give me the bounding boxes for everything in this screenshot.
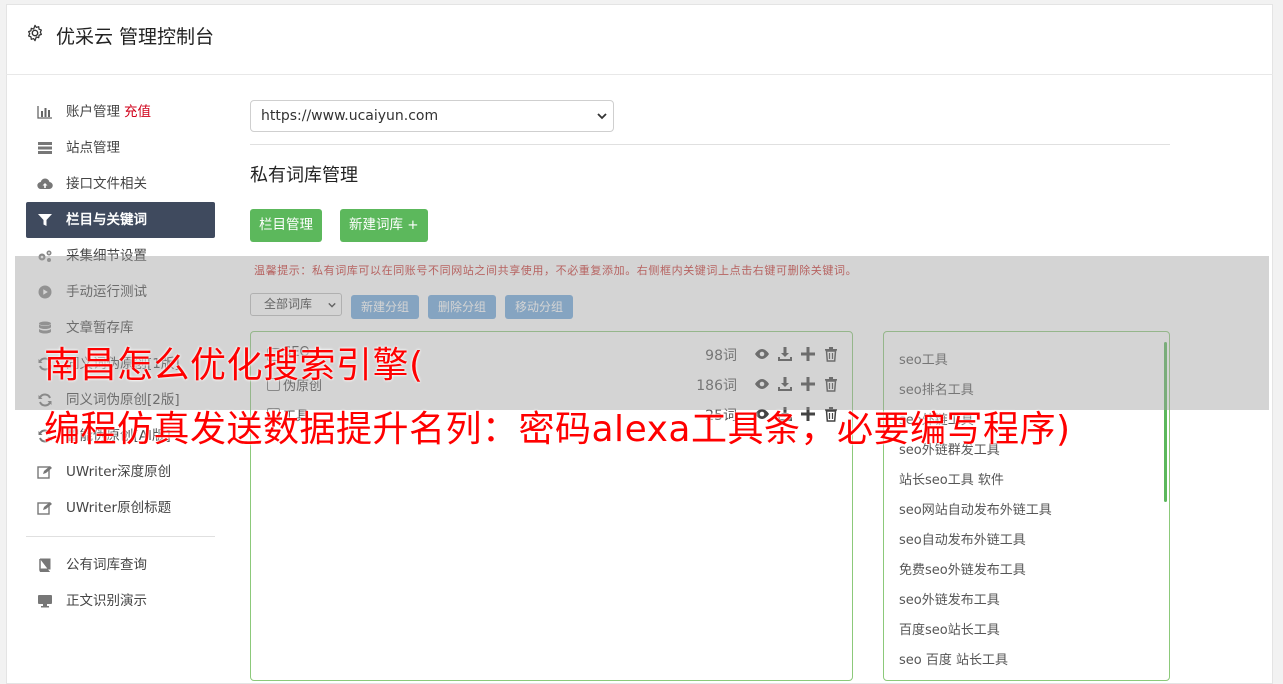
keyword-item[interactable]: 百度seo站长工具	[899, 619, 1000, 638]
sidebar-item-columns-keywords[interactable]: 栏目与关键词	[26, 202, 215, 238]
site-select-value: https://www.ucaiyun.com	[261, 108, 439, 124]
cloud-upload-icon	[37, 178, 53, 190]
page-title: 优采云 管理控制台	[56, 26, 215, 48]
new-lexicon-button[interactable]: 新建词库 +	[340, 209, 428, 242]
sidebar-item-label: 公有词库查询	[66, 557, 147, 573]
keyword-item[interactable]: seo自动发布外链工具	[899, 529, 1026, 548]
bar-chart-icon	[37, 106, 52, 119]
sidebar-item-label: 正文识别演示	[66, 593, 147, 609]
sidebar-item-label: UWriter深度原创	[66, 464, 172, 480]
sidebar-item-label: UWriter原创标题	[66, 500, 172, 516]
sidebar-item-text-recognition[interactable]: 正文识别演示	[26, 583, 215, 619]
gear-icon	[27, 24, 43, 42]
chevron-down-icon	[597, 113, 607, 120]
site-select[interactable]: https://www.ucaiyun.com	[250, 100, 614, 132]
keyword-item[interactable]: 站长seo工具 软件	[899, 469, 1004, 488]
sidebar-item-interface-files[interactable]: 接口文件相关	[26, 166, 215, 202]
sidebar-item-label: 接口文件相关	[66, 176, 147, 192]
section-title: 私有词库管理	[250, 165, 358, 186]
overlay-title-line2: 编程仿真发送数据提升名列：密码alexa工具条，必要编写程序)	[44, 409, 1071, 450]
keyword-item[interactable]: seo 百度 站长工具	[899, 649, 1008, 668]
edit-icon	[37, 502, 52, 515]
filter-icon	[38, 214, 52, 226]
keyword-item[interactable]: seo网站自动发布外链工具	[899, 499, 1052, 518]
divider	[250, 144, 1170, 145]
sidebar-item-sites[interactable]: 站点管理	[26, 130, 215, 166]
sidebar-item-label: 站点管理	[66, 140, 120, 156]
sidebar-item-uwriter-title[interactable]: UWriter原创标题	[26, 490, 215, 526]
columns-manage-button[interactable]: 栏目管理	[250, 209, 322, 242]
keyword-item[interactable]: seo外链发布工具	[899, 589, 1000, 608]
sidebar-item-account[interactable]: 账户管理 充值	[26, 94, 215, 130]
sidebar-item-uwriter-deep[interactable]: UWriter深度原创	[26, 454, 215, 490]
sidebar-item-public-lexicon[interactable]: 公有词库查询	[26, 547, 215, 583]
monitor-icon	[38, 595, 52, 608]
book-icon	[39, 558, 51, 572]
overlay-title-line1: 南昌怎么优化搜索引擎(	[44, 345, 424, 386]
edit-icon	[37, 466, 52, 479]
sidebar-divider	[26, 536, 215, 537]
server-icon	[38, 142, 52, 154]
sidebar-item-label: 栏目与关键词	[66, 212, 147, 228]
keyword-item[interactable]: 免费seo外链发布工具	[899, 559, 1026, 578]
page-header: 优采云 管理控制台	[6, 4, 1273, 75]
sidebar-item-label: 账户管理	[66, 104, 120, 120]
recharge-link[interactable]: 充值	[124, 104, 151, 120]
